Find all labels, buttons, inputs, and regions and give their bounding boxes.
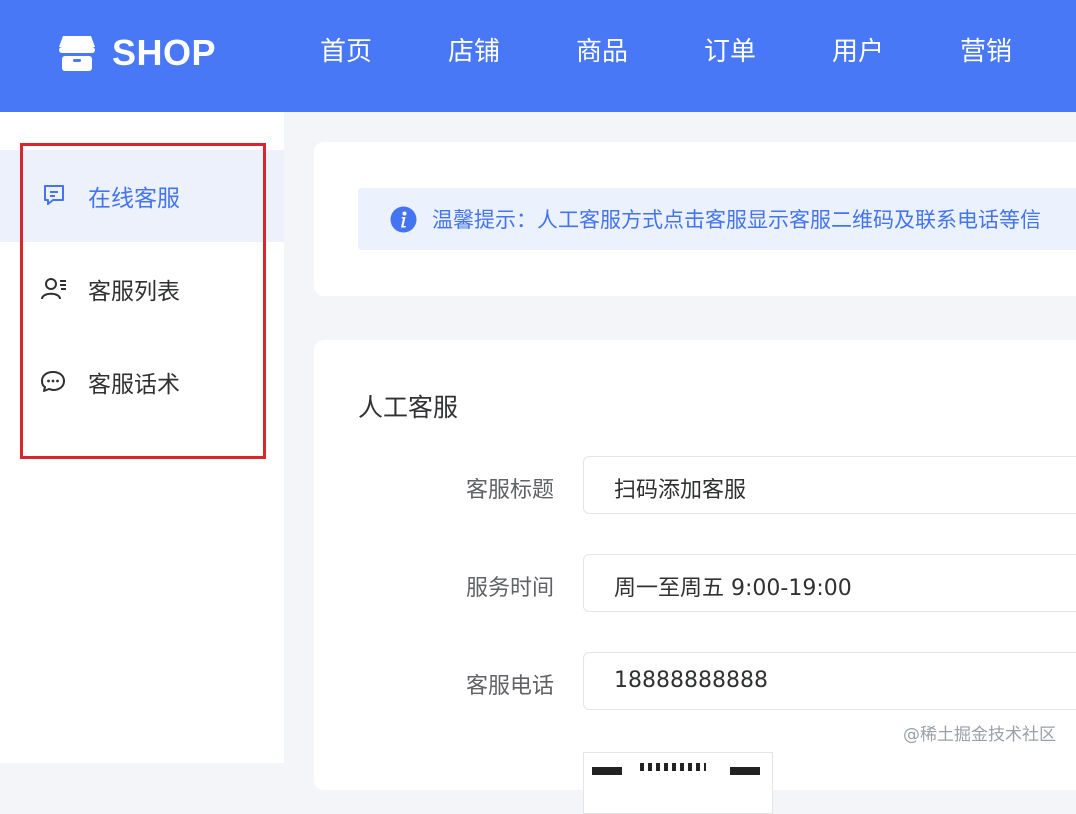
sidebar-item-service-scripts[interactable]: 客服话术 [0,336,284,428]
form-row-phone: 客服电话 18888888888 [314,652,1076,712]
sidebar-item-label: 客服列表 [88,279,180,305]
user-list-icon [41,278,66,300]
field-value: 18888888888 [614,668,768,693]
chat-bubbles-icon [41,371,65,392]
nav-item-orders[interactable]: 订单 [704,0,832,104]
sidebar: 在线客服 客服列表 客服话术 [0,112,284,763]
shop-logo[interactable]: SHOP [56,32,216,74]
field-label: 服务时间 [465,576,554,601]
qr-mark [730,767,760,775]
notice-text: 温馨提示：人工客服方式点击客服显示客服二维码及联系电话等信 [432,208,1041,232]
qr-code-preview[interactable] [583,752,773,814]
qr-mark [640,763,706,771]
notice-banner: 温馨提示：人工客服方式点击客服显示客服二维码及联系电话等信 [358,188,1076,250]
sidebar-item-service-list[interactable]: 客服列表 [0,243,284,335]
nav-item-marketing[interactable]: 营销 [960,0,1076,104]
form-row-hours: 服务时间 周一至周五 9:00-19:00 [314,554,1076,614]
nav-item-users[interactable]: 用户 [832,0,960,104]
field-label: 客服标题 [465,478,554,503]
chat-square-icon [44,185,64,205]
sidebar-item-label: 客服话术 [88,372,180,398]
qr-mark [592,767,622,775]
service-phone-input[interactable]: 18888888888 [583,652,1076,710]
sidebar-item-label: 在线客服 [88,186,180,212]
top-nav-bar: SHOP 首页 店铺 商品 订单 用户 营销 [0,0,1076,112]
store-icon [59,36,95,71]
field-label: 客服电话 [465,674,554,699]
nav-item-home[interactable]: 首页 [320,0,448,104]
watermark: @稀土掘金技术社区 [903,725,1056,745]
notice-card: 温馨提示：人工客服方式点击客服显示客服二维码及联系电话等信 [314,142,1076,296]
logo-text: SHOP [112,32,217,73]
section-title: 人工客服 [358,393,459,422]
service-hours-input[interactable]: 周一至周五 9:00-19:00 [583,554,1076,612]
info-icon [390,206,417,233]
service-title-input[interactable]: 扫码添加客服 [583,456,1076,514]
sidebar-item-online-service[interactable]: 在线客服 [0,150,284,242]
field-value: 扫码添加客服 [614,478,747,503]
nav-item-products[interactable]: 商品 [576,0,704,104]
nav-item-store[interactable]: 店铺 [448,0,576,104]
main-nav: 首页 店铺 商品 订单 用户 营销 [320,0,1076,104]
field-value: 周一至周五 9:00-19:00 [614,576,852,601]
form-row-title: 客服标题 扫码添加客服 [314,456,1076,516]
